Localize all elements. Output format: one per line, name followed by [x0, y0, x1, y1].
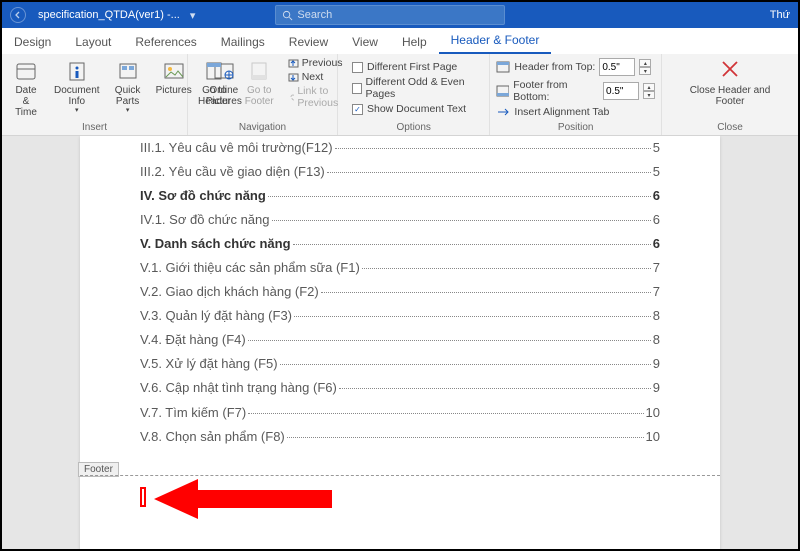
- table-of-contents: III.1. Yêu câu vê môi trường(F12) 5III.2…: [140, 136, 660, 449]
- back-icon[interactable]: [10, 7, 26, 23]
- next-button[interactable]: Next: [288, 71, 343, 83]
- quick-parts-button[interactable]: Quick Parts▾: [110, 57, 146, 120]
- header-from-top-field[interactable]: Header from Top: ▴▾: [496, 58, 655, 76]
- toc-entry: IV. Sơ đồ chức năng 6: [140, 184, 660, 208]
- tab-mailings[interactable]: Mailings: [209, 31, 277, 54]
- document-title: specification_QTDA(ver1) -...: [38, 9, 180, 21]
- document-area[interactable]: III.1. Yêu câu vê môi trường(F12) 5III.2…: [2, 136, 798, 549]
- link-previous-button: Link to Previous: [288, 85, 343, 109]
- footer-from-bottom-field[interactable]: Footer from Bottom: ▴▾: [496, 79, 655, 103]
- toc-entry: V.5. Xử lý đặt hàng (F5) 9: [140, 352, 660, 376]
- toc-entry: V. Danh sách chức năng 6: [140, 232, 660, 256]
- toc-entry: V.2. Giao dịch khách hàng (F2) 7: [140, 280, 660, 304]
- date-time-button[interactable]: Date & Time: [8, 57, 44, 120]
- tab-references[interactable]: References: [123, 31, 208, 54]
- title-bar: specification_QTDA(ver1) -... ▾ Search T…: [2, 2, 798, 28]
- tab-help[interactable]: Help: [390, 31, 439, 54]
- tab-design[interactable]: Design: [2, 31, 63, 54]
- annotation-arrow: [154, 476, 334, 522]
- tab-review[interactable]: Review: [277, 31, 340, 54]
- goto-footer-button: Go to Footer: [241, 57, 278, 109]
- document-info-button[interactable]: Document Info▾: [50, 57, 104, 120]
- insert-alignment-tab-button[interactable]: Insert Alignment Tab: [496, 106, 655, 118]
- different-first-page-checkbox[interactable]: Different First Page: [352, 61, 475, 73]
- ribbon-tabs: DesignLayoutReferencesMailingsReviewView…: [2, 28, 798, 54]
- goto-header-button[interactable]: Go to Header: [194, 57, 235, 109]
- toc-entry: III.2. Yêu cầu về giao diện (F13) 5: [140, 160, 660, 184]
- page: III.1. Yêu câu vê môi trường(F12) 5III.2…: [80, 136, 720, 549]
- toc-entry: IV.1. Sơ đồ chức năng 6: [140, 208, 660, 232]
- show-document-text-checkbox[interactable]: ✓Show Document Text: [352, 103, 475, 115]
- different-odd-even-checkbox[interactable]: Different Odd & Even Pages: [352, 76, 475, 100]
- toc-entry: V.6. Cập nhật tình trạng hàng (F6) 9: [140, 376, 660, 400]
- toc-entry: V.7. Tìm kiếm (F7) 10: [140, 401, 660, 425]
- tab-header-footer[interactable]: Header & Footer: [439, 29, 552, 54]
- toc-entry: V.3. Quản lý đặt hàng (F3) 8: [140, 304, 660, 328]
- toc-entry: V.1. Giới thiệu các sản phẩm sữa (F1) 7: [140, 256, 660, 280]
- toc-entry: III.1. Yêu câu vê môi trường(F12) 5: [140, 136, 660, 160]
- ribbon: Date & Time Document Info▾ Quick Parts▾ …: [2, 54, 798, 136]
- search-input[interactable]: Search: [275, 5, 505, 25]
- search-icon: [282, 10, 293, 21]
- toc-entry: V.4. Đặt hàng (F4) 8: [140, 328, 660, 352]
- user-info: Thứ: [770, 9, 790, 21]
- tab-layout[interactable]: Layout: [63, 31, 123, 54]
- toc-entry: V.8. Chọn sản phẩm (F8) 10: [140, 425, 660, 449]
- previous-button[interactable]: Previous: [288, 57, 343, 69]
- group-label: Insert: [8, 122, 181, 135]
- footer-cursor[interactable]: [140, 487, 146, 507]
- title-dropdown-icon[interactable]: ▾: [190, 9, 196, 22]
- tab-view[interactable]: View: [340, 31, 390, 54]
- footer-separator: [80, 475, 720, 476]
- close-header-footer-button[interactable]: Close Header and Footer: [676, 58, 784, 107]
